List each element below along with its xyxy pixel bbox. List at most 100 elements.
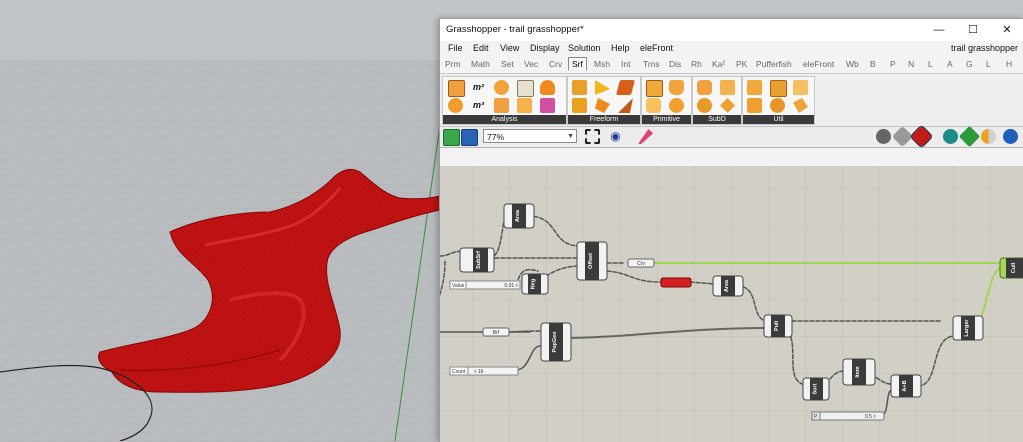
retrim-icon[interactable] (793, 80, 808, 95)
zoom-dropdown[interactable]: 77% ▼ (483, 129, 577, 143)
menu-help[interactable]: Help (611, 43, 630, 53)
menu-solution[interactable]: Solution (568, 43, 601, 53)
grasshopper-window[interactable]: Grasshopper - trail grasshopper* — ☐ ✕ F… (439, 18, 1023, 442)
component-offset[interactable]: Offset (576, 241, 608, 281)
isotrim-icon[interactable] (770, 80, 787, 97)
pencil-icon[interactable] (638, 129, 653, 144)
preview-quality-icon[interactable] (981, 129, 996, 144)
deconstruct-brep-icon[interactable] (517, 98, 532, 113)
surface-frames-icon[interactable] (747, 98, 762, 113)
box-icon[interactable] (646, 80, 663, 97)
surface-closest-point-icon[interactable] (517, 80, 534, 97)
brep-closest-point-icon[interactable] (494, 80, 509, 95)
menu-edit[interactable]: Edit (473, 43, 489, 53)
tab-vec[interactable]: Vec (524, 59, 538, 69)
fillet-edge-icon[interactable] (793, 98, 808, 113)
crv-parameter[interactable]: Crv (627, 258, 655, 268)
grasshopper-canvas[interactable]: Area SubSrf Value 0.01 ◊ Neg Offset Crv … (440, 166, 1023, 442)
subd-box-icon[interactable] (697, 80, 712, 95)
tab-wb[interactable]: Wb (846, 59, 859, 69)
component-a-plus-b[interactable]: A+B (890, 374, 922, 398)
preview-off-icon[interactable] (876, 129, 891, 144)
tab-l[interactable]: L (928, 59, 933, 69)
tab-int[interactable]: Int (621, 59, 630, 69)
tab-math[interactable]: Math (471, 59, 490, 69)
maximize-button[interactable]: ☐ (956, 19, 990, 41)
brf-parameter[interactable]: Brf (482, 327, 510, 337)
sphere-icon[interactable] (669, 98, 684, 113)
area-icon[interactable]: m² (471, 80, 486, 95)
eye-icon[interactable]: ◉ (608, 129, 623, 144)
divide-surface-icon[interactable] (747, 80, 762, 95)
component-item[interactable]: Item (842, 358, 876, 386)
component-area-top[interactable]: Area (503, 203, 535, 229)
component-sort[interactable]: Sort (802, 377, 830, 401)
number-slider[interactable]: P 0.5 ◊ (811, 411, 885, 421)
open-file-icon[interactable] (443, 129, 460, 146)
brf-param-label: Brf (493, 330, 500, 336)
component-popgeo[interactable]: PopGeo (540, 322, 572, 362)
loft-icon[interactable] (615, 80, 636, 95)
tab-rh[interactable]: Rh (691, 59, 702, 69)
component-neg[interactable]: Neg (521, 273, 549, 295)
brep-topology-icon[interactable] (540, 98, 555, 113)
tab-p[interactable]: P (890, 59, 896, 69)
sweep-icon[interactable] (595, 98, 610, 113)
tab-l2[interactable]: L (986, 59, 991, 69)
cylinder-icon[interactable] (669, 80, 684, 95)
tab-n[interactable]: N (908, 59, 914, 69)
subd-fuse-icon[interactable] (720, 80, 735, 95)
sketch-icon[interactable] (585, 129, 600, 144)
component-subsrf[interactable]: SubSrf (459, 247, 495, 273)
box-analysis-icon[interactable] (448, 80, 465, 97)
bounding-box-icon[interactable] (646, 98, 661, 113)
tab-a[interactable]: A (947, 59, 953, 69)
close-button[interactable]: ✕ (990, 19, 1023, 41)
preview-selected-icon[interactable] (943, 129, 958, 144)
subd-sphere-icon[interactable] (697, 98, 712, 113)
volume-icon[interactable]: m³ (471, 98, 486, 113)
offset-surface-icon[interactable] (770, 98, 785, 113)
tab-crv[interactable]: Crv (549, 59, 562, 69)
component-area-mid[interactable]: Area (712, 275, 744, 297)
tab-trns[interactable]: Trns (643, 59, 660, 69)
dimensions-icon[interactable] (448, 98, 463, 113)
tab-h[interactable]: H (1006, 59, 1012, 69)
minimize-button[interactable]: — (922, 19, 956, 41)
menu-view[interactable]: View (500, 43, 519, 53)
menu-elefront[interactable]: eleFront (640, 43, 673, 53)
preview-wire-icon[interactable] (891, 125, 914, 148)
error-component[interactable] (660, 277, 692, 288)
document-preview-icon[interactable] (1003, 129, 1018, 144)
tab-b[interactable]: B (870, 59, 876, 69)
value-panel[interactable]: Value 0.01 ◊ (449, 280, 521, 290)
subd-edges-icon[interactable] (720, 98, 735, 113)
component-pull[interactable]: Pull (763, 314, 793, 338)
tab-pk[interactable]: PK (736, 59, 747, 69)
tab-msh[interactable]: Msh (594, 59, 610, 69)
menu-file[interactable]: File (448, 43, 463, 53)
save-file-icon[interactable] (461, 129, 478, 146)
tab-set[interactable]: Set (501, 59, 514, 69)
tab-srf[interactable]: Srf (568, 57, 587, 71)
component-cull[interactable]: Cull (999, 257, 1023, 279)
tab-ka2[interactable]: Ka² (712, 59, 725, 69)
pipe-icon[interactable] (618, 98, 633, 113)
tab-prm[interactable]: Prm (445, 59, 461, 69)
tab-pufferfish[interactable]: Pufferfish (756, 59, 792, 69)
tab-dis[interactable]: Dis (669, 59, 681, 69)
count-panel[interactable]: Count ◊ 16 (449, 366, 519, 376)
fourpoint-surface-icon[interactable] (572, 80, 587, 95)
tab-g[interactable]: G (966, 59, 973, 69)
brep-edges-icon[interactable] (494, 98, 509, 113)
network-surface-icon[interactable] (572, 98, 587, 113)
component-larger[interactable]: Larger (952, 315, 984, 341)
extrude-icon[interactable] (595, 80, 610, 95)
preview-shaded-icon[interactable] (909, 124, 934, 149)
title-bar[interactable]: Grasshopper - trail grasshopper* — ☐ ✕ (440, 19, 1023, 41)
evaluate-surface-icon[interactable] (540, 80, 555, 95)
menu-display[interactable]: Display (530, 43, 560, 53)
preview-mesh-icon[interactable] (958, 125, 981, 148)
slider-value: 0.5 ◊ (865, 414, 876, 420)
tab-elefront[interactable]: eleFront (803, 59, 834, 69)
